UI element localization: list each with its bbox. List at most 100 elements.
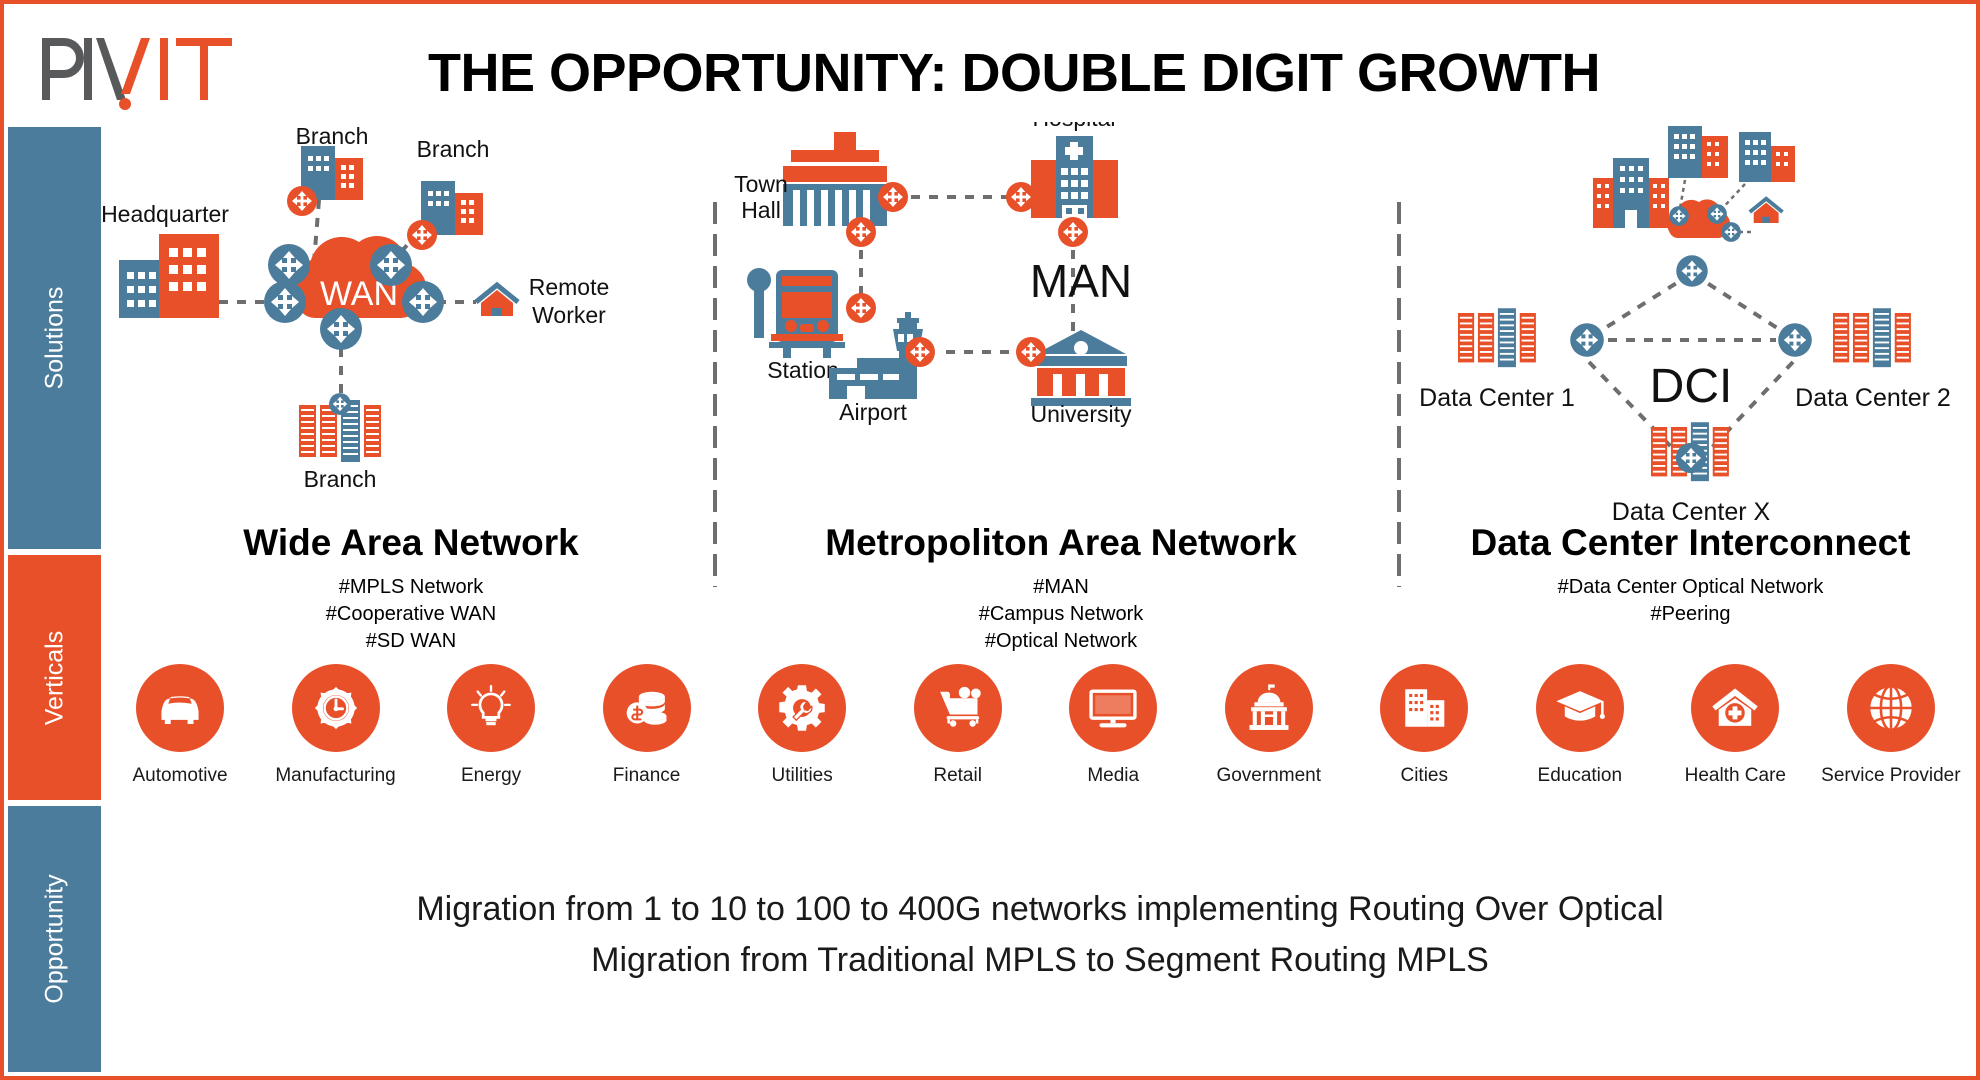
node-label-town-hall-1: Town [734, 171, 788, 197]
vertical-education[interactable]: Education [1513, 664, 1647, 787]
gear-clock-icon [291, 664, 380, 752]
node-label-town-hall-2: Hall [741, 197, 781, 223]
sidebar-label-opportunity: Opportunity [40, 874, 68, 1004]
vertical-service-provider[interactable]: Service Provider [1821, 664, 1961, 787]
vertical-label: Automotive [132, 765, 228, 786]
sidebar-band-verticals: Verticals [8, 555, 101, 800]
tag-line: #Peering [1650, 603, 1731, 625]
vertical-manufacturing[interactable]: Manufacturing [269, 664, 403, 787]
node-label-hospital: Hospital [1032, 122, 1115, 131]
tag-line: #MAN [1033, 576, 1089, 598]
node-town-hall: Town Hall [734, 132, 908, 247]
sidebar-label-verticals: Verticals [40, 630, 68, 725]
man-diagram: Town Hall MAN Station Airport University [734, 122, 1132, 427]
page-title: THE OPPORTUNITY: DOUBLE DIGIT GROWTH [428, 43, 1600, 103]
vertical-label: Retail [933, 765, 982, 786]
node-label-data-center-1: Data Center 1 [1419, 384, 1575, 412]
router-icon [846, 217, 876, 247]
man-center-label: MAN [1030, 255, 1132, 307]
panel-metropolitan-area-network: Town Hall MAN Station Airport University… [721, 122, 1401, 662]
router-icon [1707, 204, 1727, 224]
panel-title-wan: Wide Area Network [243, 522, 579, 563]
solutions-panels: WAN Headquarter Branch Branch Branch Rem… [101, 122, 1972, 662]
monitor-icon [1069, 664, 1158, 752]
pivit-logo [38, 32, 238, 110]
panel-title-man: Metropoliton Area Network [825, 522, 1297, 563]
router-icon [1006, 182, 1036, 212]
vertical-energy[interactable]: Energy [424, 664, 558, 787]
car-icon [136, 664, 224, 752]
tag-line: #SD WAN [365, 630, 457, 652]
vertical-finance[interactable]: Finance [580, 664, 714, 787]
footer-line-2: Migration from Traditional MPLS to Segme… [591, 941, 1489, 979]
tag-line: #Optical Network [984, 630, 1138, 652]
footer-line-1: Migration from 1 to 10 to 100 to 400G ne… [416, 890, 1664, 928]
node-label-data-center-x: Data Center X [1612, 498, 1771, 522]
vertical-label: Health Care [1684, 765, 1786, 786]
dci-diagram: Data Center 1 Data Center 2 DCI Data Cen… [1419, 126, 1951, 522]
node-label-data-center-2: Data Center 2 [1795, 384, 1951, 412]
node-branch-3: Branch [299, 393, 381, 492]
vertical-media[interactable]: Media [1046, 664, 1180, 787]
router-icon [268, 244, 310, 286]
vertical-utilities[interactable]: Utilities [735, 664, 869, 787]
node-label-branch-2: Branch [417, 136, 490, 162]
vertical-label: Media [1087, 765, 1140, 786]
coins-dollar-icon [602, 664, 691, 752]
graduation-cap-icon [1535, 664, 1624, 752]
router-icon [1675, 442, 1707, 474]
router-icon [1570, 323, 1604, 357]
tag-line: #Data Center Optical Network [1557, 576, 1824, 598]
node-branch-1: Branch [287, 123, 368, 216]
router-icon [1058, 217, 1088, 247]
gear-wrench-icon [758, 664, 847, 752]
node-headquarter: Headquarter [101, 201, 229, 318]
router-icon [370, 244, 412, 286]
router-icon [1778, 323, 1812, 357]
panel-tags-man: #MAN #Campus Network #Optical Network [721, 574, 1401, 655]
sidebar-band-opportunity: Opportunity [8, 806, 101, 1072]
panel-data-center-interconnect: Data Center 1 Data Center 2 DCI Data Cen… [1401, 122, 1980, 662]
panel-title-dci: Data Center Interconnect [1470, 522, 1911, 563]
node-remote-worker: Remote Worker [476, 274, 609, 328]
node-label-remote-worker-1: Remote [529, 274, 610, 300]
vertical-label: Education [1537, 765, 1623, 786]
vertical-health-care[interactable]: Health Care [1668, 664, 1802, 787]
globe-icon [1846, 664, 1935, 752]
node-hospital: Hospital [1006, 122, 1118, 247]
node-label-remote-worker-2: Worker [532, 302, 606, 328]
node-label-station: Station [767, 357, 839, 383]
vertical-label: Manufacturing [275, 765, 396, 786]
shopping-cart-icon [913, 664, 1002, 752]
capitol-icon [1224, 664, 1313, 752]
house-cross-icon [1691, 664, 1780, 752]
router-icon [1016, 337, 1046, 367]
wan-diagram: WAN Headquarter Branch Branch Branch Rem… [101, 123, 609, 492]
node-airport: Airport [829, 312, 935, 425]
link-cloud-dc1 [1584, 272, 1693, 342]
vertical-label: Finance [612, 765, 681, 786]
slide-canvas: THE OPPORTUNITY: DOUBLE DIGIT GROWTH Sol… [0, 0, 1980, 1080]
vertical-automotive[interactable]: Automotive [113, 664, 247, 787]
vertical-government[interactable]: Government [1202, 664, 1336, 787]
node-label-headquarter: Headquarter [101, 201, 229, 227]
node-university: University [1016, 330, 1132, 427]
footer-text: Migration from 1 to 10 to 100 to 400G ne… [124, 884, 1956, 986]
tag-line: #MPLS Network [338, 576, 484, 598]
link-cloud-dc2 [1691, 272, 1798, 342]
panel-wide-area-network: WAN Headquarter Branch Branch Branch Rem… [101, 122, 721, 662]
panel-tags-dci: #Data Center Optical Network #Peering [1401, 574, 1980, 628]
vertical-retail[interactable]: Retail [891, 664, 1025, 787]
vertical-label: Utilities [771, 765, 833, 786]
router-icon [402, 281, 444, 323]
node-station: Station [747, 268, 876, 383]
sidebar-label-solutions: Solutions [40, 286, 68, 390]
node-label-branch-3: Branch [304, 466, 377, 492]
vertical-cities[interactable]: Cities [1357, 664, 1491, 787]
router-icon [878, 182, 908, 212]
verticals-strip: Automotive Manufacturing Energy Finance … [101, 664, 1970, 814]
vertical-label: Cities [1400, 765, 1448, 786]
router-icon [1669, 206, 1689, 226]
city-buildings-icon [1380, 664, 1469, 752]
tag-line: #Cooperative WAN [325, 603, 497, 625]
